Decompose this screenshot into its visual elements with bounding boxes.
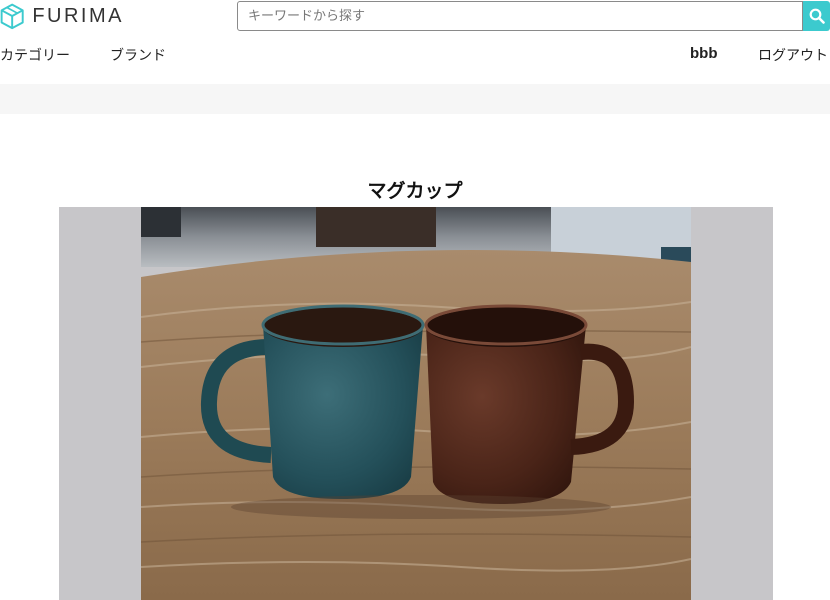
search-bar bbox=[237, 1, 830, 31]
nav-category-link[interactable]: カテゴリー bbox=[0, 45, 70, 65]
search-icon bbox=[809, 8, 825, 24]
item-title: マグカップ bbox=[367, 180, 463, 202]
nav-logout-link[interactable]: ログアウト bbox=[758, 45, 828, 65]
nav-brand-link[interactable]: ブランド bbox=[110, 45, 166, 65]
search-input[interactable] bbox=[237, 1, 803, 31]
furima-logo[interactable]: FURIMA bbox=[0, 0, 124, 32]
nav-user-name[interactable]: bbb bbox=[690, 45, 718, 62]
item-photo[interactable] bbox=[141, 207, 691, 600]
search-button[interactable] bbox=[803, 1, 830, 31]
logo-text: FURIMA bbox=[32, 4, 124, 27]
item-image-frame bbox=[59, 207, 773, 600]
header-divider-band bbox=[0, 84, 830, 114]
photo-two-mugs-icon bbox=[141, 207, 691, 600]
site-header: FURIMA カテゴリー ブランド bbb ログアウト bbox=[0, 0, 830, 84]
cube-logo-icon bbox=[0, 3, 24, 30]
